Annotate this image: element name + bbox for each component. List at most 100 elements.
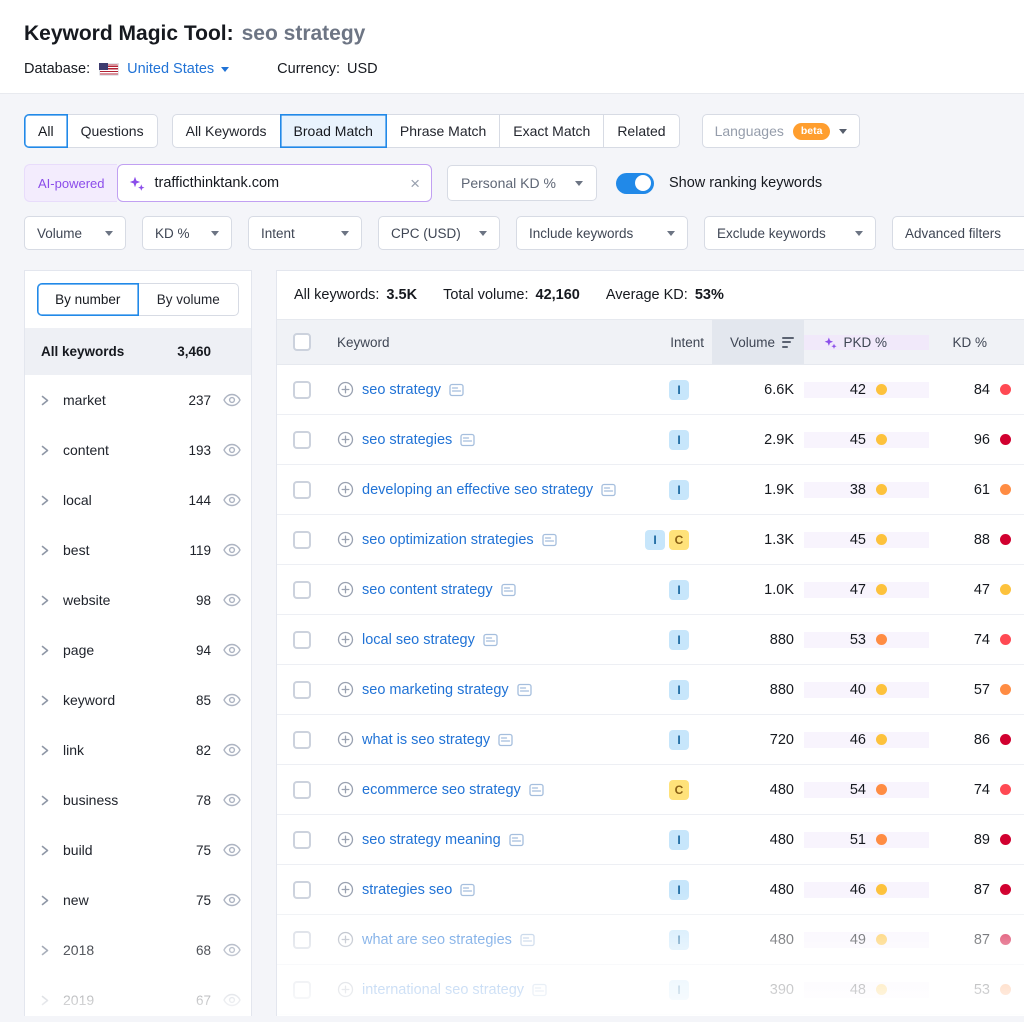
row-checkbox[interactable] xyxy=(293,481,311,499)
sidebar-group-content[interactable]: content 193 xyxy=(25,425,251,475)
eye-icon[interactable] xyxy=(223,393,241,407)
add-keyword-icon[interactable] xyxy=(337,831,354,848)
keyword-link[interactable]: what are seo strategies xyxy=(362,932,512,948)
sidebar-group-business[interactable]: business 78 xyxy=(25,775,251,825)
add-keyword-icon[interactable] xyxy=(337,381,354,398)
keyword-link[interactable]: seo marketing strategy xyxy=(362,682,509,698)
keyword-link[interactable]: seo strategy xyxy=(362,382,441,398)
add-keyword-icon[interactable] xyxy=(337,481,354,498)
serp-preview-icon[interactable] xyxy=(460,883,475,897)
filter-include-keywords[interactable]: Include keywords xyxy=(516,216,688,250)
serp-preview-icon[interactable] xyxy=(449,383,464,397)
eye-icon[interactable] xyxy=(223,443,241,457)
tab-phrase-match[interactable]: Phrase Match xyxy=(386,114,500,148)
filter-cpc[interactable]: CPC (USD) xyxy=(378,216,500,250)
add-keyword-icon[interactable] xyxy=(337,981,354,998)
add-keyword-icon[interactable] xyxy=(337,531,354,548)
filter-advanced[interactable]: Advanced filters xyxy=(892,216,1024,250)
eye-icon[interactable] xyxy=(223,493,241,507)
keyword-link[interactable]: what is seo strategy xyxy=(362,732,490,748)
filter-kd[interactable]: KD % xyxy=(142,216,232,250)
sidebar-group-2019[interactable]: 2019 67 xyxy=(25,975,251,1016)
serp-preview-icon[interactable] xyxy=(460,433,475,447)
sidebar-group-link[interactable]: link 82 xyxy=(25,725,251,775)
add-keyword-icon[interactable] xyxy=(337,681,354,698)
serp-preview-icon[interactable] xyxy=(542,533,557,547)
keyword-link[interactable]: seo strategies xyxy=(362,432,452,448)
row-checkbox[interactable] xyxy=(293,381,311,399)
sidebar-group-best[interactable]: best 119 xyxy=(25,525,251,575)
serp-preview-icon[interactable] xyxy=(509,833,524,847)
keyword-link[interactable]: strategies seo xyxy=(362,882,452,898)
sidebar-group-new[interactable]: new 75 xyxy=(25,875,251,925)
row-checkbox[interactable] xyxy=(293,931,311,949)
row-checkbox[interactable] xyxy=(293,431,311,449)
intent-column-header[interactable]: Intent xyxy=(670,335,704,350)
keyword-link[interactable]: seo strategy meaning xyxy=(362,832,501,848)
add-keyword-icon[interactable] xyxy=(337,931,354,948)
keyword-column-header[interactable]: Keyword xyxy=(337,335,390,350)
tab-questions[interactable]: Questions xyxy=(67,114,158,148)
serp-preview-icon[interactable] xyxy=(517,683,532,697)
eye-icon[interactable] xyxy=(223,943,241,957)
serp-preview-icon[interactable] xyxy=(483,633,498,647)
select-all-checkbox[interactable] xyxy=(293,333,311,351)
row-checkbox[interactable] xyxy=(293,581,311,599)
clear-search-icon[interactable]: × xyxy=(410,175,420,192)
eye-icon[interactable] xyxy=(223,843,241,857)
row-checkbox[interactable] xyxy=(293,731,311,749)
sidebar-group-2018[interactable]: 2018 68 xyxy=(25,925,251,975)
database-selector[interactable]: United States xyxy=(127,61,229,77)
row-checkbox[interactable] xyxy=(293,781,311,799)
keyword-link[interactable]: developing an effective seo strategy xyxy=(362,482,593,498)
sidebar-group-page[interactable]: page 94 xyxy=(25,625,251,675)
search-input[interactable] xyxy=(154,175,401,191)
serp-preview-icon[interactable] xyxy=(498,733,513,747)
serp-preview-icon[interactable] xyxy=(520,933,535,947)
sort-by-number-tab[interactable]: By number xyxy=(37,283,139,316)
tab-related[interactable]: Related xyxy=(603,114,679,148)
row-checkbox[interactable] xyxy=(293,831,311,849)
serp-preview-icon[interactable] xyxy=(501,583,516,597)
add-keyword-icon[interactable] xyxy=(337,881,354,898)
row-checkbox[interactable] xyxy=(293,981,311,999)
filter-exclude-keywords[interactable]: Exclude keywords xyxy=(704,216,876,250)
sidebar-group-website[interactable]: website 98 xyxy=(25,575,251,625)
personal-kd-dropdown[interactable]: Personal KD % xyxy=(447,165,597,201)
keyword-link[interactable]: seo content strategy xyxy=(362,582,493,598)
eye-icon[interactable] xyxy=(223,543,241,557)
eye-icon[interactable] xyxy=(223,893,241,907)
add-keyword-icon[interactable] xyxy=(337,431,354,448)
sidebar-group-market[interactable]: market 237 xyxy=(25,375,251,425)
keyword-link[interactable]: seo optimization strategies xyxy=(362,532,534,548)
eye-icon[interactable] xyxy=(223,993,241,1007)
add-keyword-icon[interactable] xyxy=(337,631,354,648)
tab-all[interactable]: All xyxy=(24,114,68,148)
row-checkbox[interactable] xyxy=(293,531,311,549)
serp-preview-icon[interactable] xyxy=(532,983,547,997)
add-keyword-icon[interactable] xyxy=(337,731,354,748)
filter-intent[interactable]: Intent xyxy=(248,216,362,250)
sidebar-group-build[interactable]: build 75 xyxy=(25,825,251,875)
filter-volume[interactable]: Volume xyxy=(24,216,126,250)
sidebar-group-local[interactable]: local 144 xyxy=(25,475,251,525)
eye-icon[interactable] xyxy=(223,743,241,757)
tab-all-keywords[interactable]: All Keywords xyxy=(172,114,281,148)
eye-icon[interactable] xyxy=(223,643,241,657)
keyword-link[interactable]: international seo strategy xyxy=(362,982,524,998)
volume-column-header[interactable]: Volume xyxy=(712,320,804,364)
tab-broad-match[interactable]: Broad Match xyxy=(280,114,387,148)
eye-icon[interactable] xyxy=(223,793,241,807)
eye-icon[interactable] xyxy=(223,693,241,707)
pkd-column-header[interactable]: PKD % xyxy=(804,335,929,350)
row-checkbox[interactable] xyxy=(293,631,311,649)
serp-preview-icon[interactable] xyxy=(601,483,616,497)
eye-icon[interactable] xyxy=(223,593,241,607)
all-keywords-group[interactable]: All keywords 3,460 xyxy=(25,328,251,375)
show-ranking-keywords-toggle[interactable] xyxy=(616,173,654,194)
row-checkbox[interactable] xyxy=(293,681,311,699)
row-checkbox[interactable] xyxy=(293,881,311,899)
keyword-link[interactable]: ecommerce seo strategy xyxy=(362,782,521,798)
sort-by-volume-tab[interactable]: By volume xyxy=(138,283,240,316)
tab-exact-match[interactable]: Exact Match xyxy=(499,114,604,148)
